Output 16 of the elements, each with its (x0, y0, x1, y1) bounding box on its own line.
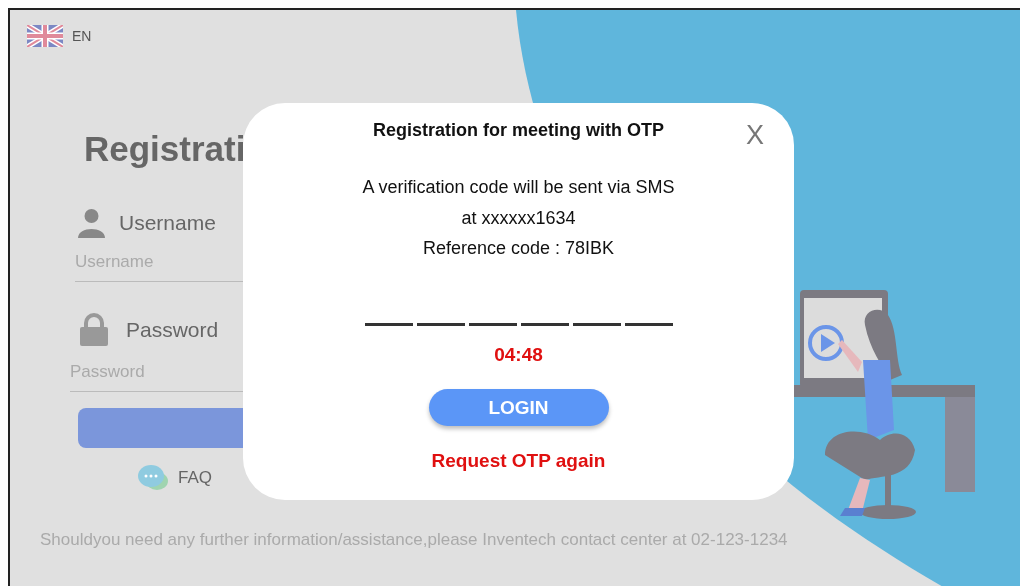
flag-icon[interactable] (27, 25, 63, 47)
user-icon (78, 208, 105, 238)
close-button[interactable]: X (746, 120, 764, 151)
login-button[interactable]: LOGIN (428, 389, 609, 426)
message-text: Reference code : 78IBK (422, 237, 615, 260)
message-text: A verification code will be sent via SMS (362, 176, 675, 199)
password-label: Password (126, 317, 219, 342)
username-label: Username (119, 211, 216, 235)
page-title: Registrati (84, 129, 246, 169)
countdown-timer: 04:48 (494, 344, 543, 366)
dialog-title: Registration for meeting with OTP (373, 120, 664, 141)
lock-icon (80, 313, 108, 346)
request-otp-link[interactable]: Request OTP again (431, 450, 606, 472)
faq-link[interactable]: FAQ (178, 468, 212, 488)
message-text: at xxxxxx1634 (461, 207, 576, 230)
language-label[interactable]: EN (72, 28, 92, 44)
